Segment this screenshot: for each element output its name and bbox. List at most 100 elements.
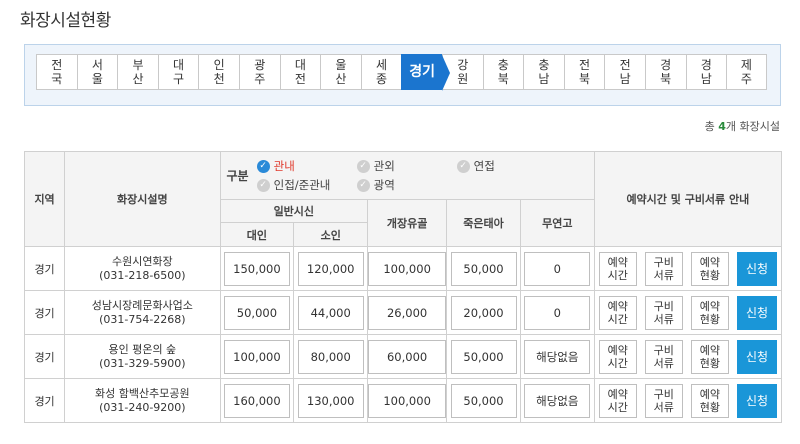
documents-button-label: 구비 (653, 299, 674, 313)
legend-external-label: 관외 (373, 159, 395, 173)
region-tab-label: 주 (254, 72, 266, 86)
documents-button-label: 서류 (653, 400, 674, 414)
price-adult: 160,000 (223, 383, 290, 418)
price-unclaimed-cell: 0 (519, 246, 595, 291)
region-tab-label: 강 (457, 58, 469, 72)
reserve-time-button[interactable]: 예약 시간 (598, 251, 637, 286)
region-tab[interactable]: 대전 (279, 54, 321, 90)
region-tab-label: 북 (578, 72, 591, 86)
reserve-status-button[interactable]: 예약 현황 (690, 339, 729, 374)
price-remains: 26,000 (368, 295, 447, 330)
legend-title: 구분 (226, 169, 249, 183)
price-fetus-cell: 50,000 (446, 378, 521, 423)
check-icon: ✓ (256, 159, 270, 173)
legend-linked[interactable]: ✓ 연접 (456, 158, 547, 174)
region-tab[interactable]: 전남 (604, 54, 645, 90)
price-unclaimed-cell: 해당없음 (519, 334, 595, 379)
legend-linked-internal[interactable]: ✓ 인접/준관내 (256, 177, 357, 193)
legend-linked-internal-label: 인접/준관내 (273, 178, 331, 192)
header-fetus: 죽은태아 (446, 199, 521, 247)
price-adult: 100,000 (223, 339, 290, 374)
price-fetus-cell: 50,000 (446, 334, 521, 379)
apply-button[interactable]: 신청 (736, 383, 777, 418)
reserve-status-button[interactable]: 예약 현황 (690, 383, 729, 418)
header-adult: 대인 (219, 222, 295, 247)
row-actions: 예약 시간 구비 서류 예약 현황 신청 (593, 378, 783, 423)
region-tab[interactable]: 충북 (482, 54, 524, 90)
row-facility: 화성 함백산추모공원 (031-240-9200) (64, 378, 221, 423)
row-facility: 수원시연화장 (031-218-6500) (64, 246, 221, 291)
row-region: 경기 (23, 334, 66, 379)
legend-external[interactable]: ✓ 관외 (356, 158, 457, 174)
region-tab-label: 세 (376, 58, 388, 72)
reserve-status-button[interactable]: 예약 현황 (690, 295, 729, 330)
region-tab-label: 울 (335, 58, 347, 72)
header-remains: 개장유골 (367, 199, 448, 247)
region-tab[interactable]: 서울 (76, 54, 118, 90)
reserve-time-button-label: 예약 (607, 299, 628, 313)
region-tab[interactable]: 세종 (360, 54, 402, 90)
header-child: 소인 (293, 222, 369, 247)
reserve-time-button[interactable]: 예약 시간 (598, 383, 637, 418)
region-tab-label: 남 (538, 72, 550, 86)
reserve-time-button-label: 예약 (607, 255, 628, 269)
documents-button[interactable]: 구비 서류 (644, 251, 683, 286)
region-tab[interactable]: 제주 (726, 54, 767, 90)
region-tabs: 전 국 서 울 부 산 대 구 인 천 광 주 대 전 울 산 세 종 경기 강 원 충 북 충 남 전 북 전 남 경 북 경 남 제 주 (36, 54, 767, 91)
documents-button[interactable]: 구비 서류 (644, 339, 683, 374)
region-tab[interactable]: 전국 (36, 54, 77, 90)
region-tab[interactable]: 경기 (401, 54, 450, 91)
reserve-time-button[interactable]: 예약 시간 (598, 339, 637, 374)
reserve-status-button[interactable]: 예약 현황 (690, 251, 729, 286)
region-tab-label: 천 (213, 72, 225, 86)
legend-cell: 구분 ✓ 관내 ✓ 관외 ✓ 연접 ✓ 인접/준관내 ✓ 광역 (219, 151, 595, 200)
region-tab[interactable]: 인천 (198, 54, 239, 90)
price-fetus: 50,000 (450, 251, 517, 286)
price-adult: 50,000 (223, 295, 290, 330)
reserve-time-button-label: 시간 (607, 400, 628, 414)
documents-button-label: 구비 (653, 255, 674, 269)
price-unclaimed-cell: 해당없음 (519, 378, 595, 423)
price-adult-cell: 50,000 (219, 290, 295, 335)
reserve-time-button-label: 시간 (607, 356, 628, 370)
apply-button[interactable]: 신청 (736, 339, 777, 374)
price-unclaimed: 0 (524, 251, 591, 286)
table-row: 경기 수원시연화장 (031-218-6500) 150,000 120,000 100,… (23, 246, 783, 291)
row-facility: 성남시장례문화사업소 (031-754-2268) (64, 290, 221, 335)
action-group: 예약 시간 구비 서류 예약 현황 신청 (595, 339, 781, 374)
header-guide: 예약시간 및 구비서류 안내 (593, 151, 783, 247)
documents-button[interactable]: 구비 서류 (644, 295, 683, 330)
legend-internal[interactable]: ✓ 관내 (256, 158, 357, 174)
region-tab[interactable]: 경남 (685, 54, 727, 90)
row-actions: 예약 시간 구비 서류 예약 현황 신청 (593, 246, 783, 291)
price-adult: 150,000 (223, 251, 290, 286)
documents-button-label: 구비 (653, 343, 674, 357)
reserve-time-button-label: 시간 (607, 312, 628, 326)
region-tab-label: 전 (294, 72, 306, 86)
page-title: 화장시설현황 (20, 11, 111, 31)
apply-button[interactable]: 신청 (736, 295, 777, 330)
region-tab[interactable]: 부산 (117, 54, 158, 90)
action-group: 예약 시간 구비 서류 예약 현황 신청 (595, 251, 781, 286)
documents-button[interactable]: 구비 서류 (644, 383, 683, 418)
region-tab-label: 서 (91, 58, 103, 72)
row-actions: 예약 시간 구비 서류 예약 현황 신청 (593, 334, 783, 379)
reserve-time-button[interactable]: 예약 시간 (598, 295, 637, 330)
reserve-status-button-label: 예약 (699, 387, 721, 401)
region-tab-label: 전 (51, 58, 63, 72)
legend-wide[interactable]: ✓ 광역 (356, 177, 457, 193)
region-tab[interactable]: 광주 (238, 54, 280, 90)
region-tab[interactable]: 울산 (320, 54, 361, 90)
region-tab-label: 경기 (409, 64, 436, 80)
region-tab[interactable]: 경북 (644, 54, 686, 90)
region-tab[interactable]: 전북 (563, 54, 605, 90)
region-tab-label: 충 (538, 58, 550, 72)
apply-button[interactable]: 신청 (736, 251, 777, 286)
region-tab-label: 경 (660, 58, 672, 72)
documents-button-label: 구비 (653, 387, 674, 401)
region-tab-label: 울 (91, 72, 103, 86)
region-tab[interactable]: 충남 (523, 54, 564, 90)
region-tab[interactable]: 대구 (157, 54, 199, 90)
region-tab-label: 부 (132, 58, 144, 72)
reserve-status-button-label: 예약 (699, 299, 721, 313)
